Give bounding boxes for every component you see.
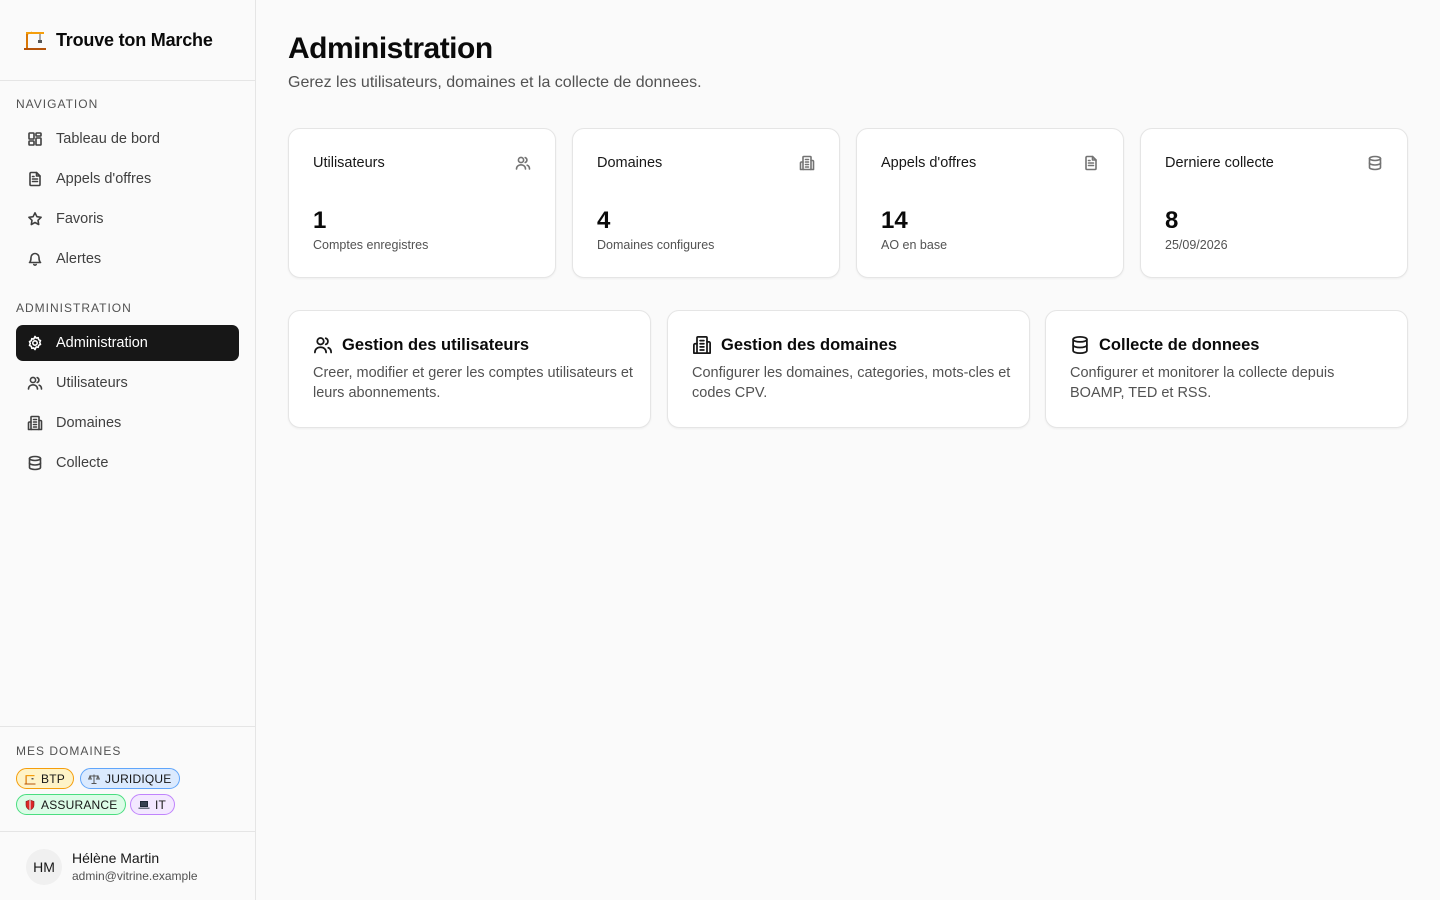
nav-item-administration[interactable]: Administration <box>16 325 239 361</box>
stat-value: 14 <box>881 207 908 234</box>
document-icon <box>27 171 43 187</box>
stat-card-domains: Domaines 4 Domaines configures <box>572 128 840 278</box>
stat-caption: Domaines configures <box>597 238 715 252</box>
card-title: Gestion des utilisateurs <box>342 335 530 354</box>
nav-item-collect[interactable]: Collecte <box>16 445 239 481</box>
page-subtitle: Gerez les utilisateurs, domaines et la c… <box>288 74 702 91</box>
nav-item-alerts[interactable]: Alertes <box>16 241 239 277</box>
document-icon <box>1083 155 1099 171</box>
laptop-icon <box>137 798 151 812</box>
domain-chip-label: ASSURANCE <box>41 797 118 812</box>
user-profile[interactable]: HM Hélène Martin admin@vitrine.example <box>0 832 256 900</box>
stat-value: 8 <box>1165 207 1179 234</box>
nav-item-domains[interactable]: Domaines <box>16 405 239 441</box>
data-collect-card[interactable]: Collecte de donnees Configurer et monito… <box>1045 310 1408 428</box>
stat-card-tenders: Appels d'offres 14 AO en base <box>856 128 1124 278</box>
nav-item-label: Appels d'offres <box>56 171 152 187</box>
nav-item-label: Alertes <box>56 251 102 267</box>
page-title: Administration <box>288 32 493 65</box>
nav-item-label: Favoris <box>56 211 104 227</box>
users-icon <box>515 155 531 171</box>
manage-domains-card[interactable]: Gestion des domaines Configurer les doma… <box>667 310 1030 428</box>
database-icon <box>27 455 43 471</box>
card-title: Gestion des domaines <box>721 335 898 354</box>
stat-caption: AO en base <box>881 238 948 252</box>
manage-users-card[interactable]: Gestion des utilisateurs Creer, modifier… <box>288 310 651 428</box>
nav-item-label: Utilisateurs <box>56 375 128 391</box>
nav-item-favorites[interactable]: Favoris <box>16 201 239 237</box>
crane-icon <box>22 27 48 53</box>
user-name: Hélène Martin <box>72 850 160 866</box>
avatar: HM <box>26 849 62 885</box>
users-icon <box>313 335 333 355</box>
stat-card-users: Utilisateurs 1 Comptes enregistres <box>288 128 556 278</box>
user-email: admin@vitrine.example <box>72 869 198 883</box>
users-icon <box>27 375 43 391</box>
stat-card-last-collect: Derniere collecte 8 25/09/2026 <box>1140 128 1408 278</box>
domain-chip-assurance[interactable]: ASSURANCE <box>16 794 127 815</box>
shield-icon <box>23 798 37 812</box>
sidebar: Trouve ton Marche NAVIGATION Tableau de … <box>0 0 256 900</box>
stat-label: Utilisateurs <box>313 155 385 171</box>
nav-section-title: NAVIGATION <box>16 97 99 111</box>
card-title: Collecte de donnees <box>1099 335 1260 354</box>
scales-icon <box>87 772 101 786</box>
crane-icon <box>23 772 37 786</box>
dashboard-icon <box>27 131 43 147</box>
bell-icon <box>27 251 43 267</box>
domain-chip-juridique[interactable]: JURIDIQUE <box>80 768 181 789</box>
card-description: Configurer les domaines, categories, mot… <box>692 365 1011 401</box>
domain-chip-label: JURIDIQUE <box>105 771 172 786</box>
app-title: Trouve ton Marche <box>56 29 213 50</box>
nav-item-label: Tableau de bord <box>56 131 160 147</box>
stat-value: 1 <box>313 207 327 234</box>
brand[interactable]: Trouve ton Marche <box>0 0 255 81</box>
building-icon <box>692 335 712 355</box>
stat-label: Appels d'offres <box>881 155 977 171</box>
nav-item-label: Administration <box>56 335 148 351</box>
building-icon <box>799 155 815 171</box>
database-icon <box>1070 335 1090 355</box>
stat-caption: 25/09/2026 <box>1165 238 1228 252</box>
star-icon <box>27 211 43 227</box>
domain-chip-btp[interactable]: BTP <box>16 768 74 789</box>
database-icon <box>1367 155 1383 171</box>
card-description: Configurer et monitorer la collecte depu… <box>1070 365 1335 401</box>
my-domains: MES DOMAINES BTP JURIDIQUE ASSURANCE IT <box>0 726 256 832</box>
nav-item-users[interactable]: Utilisateurs <box>16 365 239 401</box>
card-description: Creer, modifier et gerer les comptes uti… <box>313 365 633 401</box>
domain-chip-label: BTP <box>41 771 65 786</box>
stat-label: Derniere collecte <box>1165 155 1274 171</box>
domains-section-title: MES DOMAINES <box>16 744 122 758</box>
stat-value: 4 <box>597 207 611 234</box>
stat-caption: Comptes enregistres <box>313 238 429 252</box>
admin-section-title: ADMINISTRATION <box>16 301 132 315</box>
domain-chip-label: IT <box>155 797 167 812</box>
building-icon <box>27 415 43 431</box>
domain-chip-it[interactable]: IT <box>130 794 176 815</box>
gear-icon <box>27 335 43 351</box>
nav-item-dashboard[interactable]: Tableau de bord <box>16 121 239 157</box>
nav-item-tenders[interactable]: Appels d'offres <box>16 161 239 197</box>
nav-item-label: Domaines <box>56 415 122 431</box>
nav-item-label: Collecte <box>56 455 109 471</box>
stat-label: Domaines <box>597 155 663 171</box>
